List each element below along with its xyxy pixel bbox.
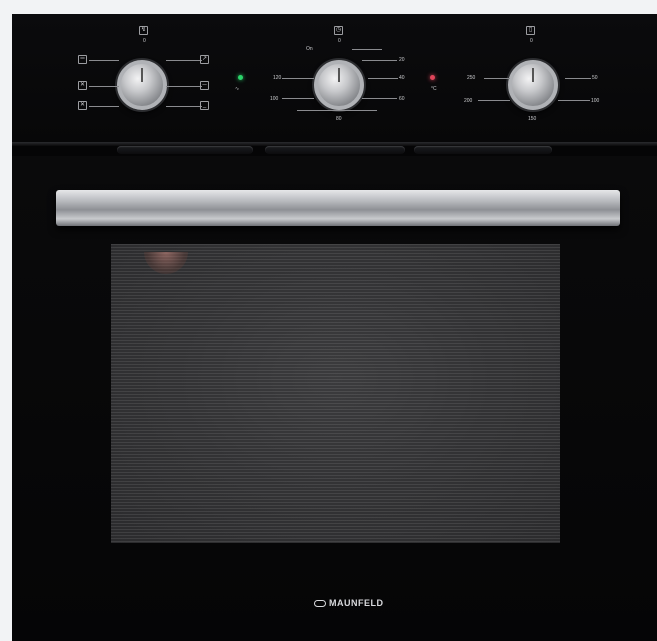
tick-line xyxy=(558,100,590,101)
mode-knob[interactable] xyxy=(117,60,167,110)
temperature-scale-label: 100 xyxy=(591,98,600,104)
top-heat-icon: ═ xyxy=(78,55,87,64)
tick-line xyxy=(565,78,591,79)
center-dial-on-label: On xyxy=(306,46,313,52)
right-dial-zero-label: 0 xyxy=(530,38,533,44)
tick-line xyxy=(166,106,202,107)
temperature-knob[interactable] xyxy=(508,60,558,110)
power-indicator-led xyxy=(238,75,243,80)
timer-knob[interactable] xyxy=(314,60,364,110)
oven-body: ↯ 0 ═ ✕ ✕ ↗ ─ _ ∿ °C ◷ 0 On 20 40 60 80 … xyxy=(12,14,657,641)
tick-line xyxy=(166,86,202,87)
timer-scale-label: 20 xyxy=(399,57,405,63)
timer-scale-label: 120 xyxy=(273,75,282,81)
center-dial-zero-label: 0 xyxy=(338,38,341,44)
tick-line xyxy=(352,49,382,50)
tick-line xyxy=(89,86,119,87)
tick-line xyxy=(368,78,398,79)
timer-icon: ◷ xyxy=(334,26,343,35)
grill-icon: ✕ xyxy=(78,81,87,90)
temperature-scale-label: 150 xyxy=(528,116,537,122)
tick-line xyxy=(166,60,202,61)
timer-scale-label: 80 xyxy=(336,116,342,122)
convection-icon: ─ xyxy=(200,81,209,90)
mode-icon: ↯ xyxy=(139,26,148,35)
door-window xyxy=(111,244,560,543)
air-vent xyxy=(117,146,253,154)
tick-line xyxy=(362,98,397,99)
power-wave-icon: ∿ xyxy=(235,86,240,92)
brand-logo: MAUNFELD xyxy=(314,598,384,608)
left-dial-zero-label: 0 xyxy=(143,38,146,44)
temperature-scale-label: 50 xyxy=(592,75,598,81)
tick-line xyxy=(89,106,119,107)
brand-mark-icon xyxy=(314,600,326,608)
air-vent xyxy=(265,146,405,154)
air-vent xyxy=(414,146,552,154)
temperature-scale-label: 250 xyxy=(467,75,476,81)
timer-scale-label: 100 xyxy=(270,96,279,102)
tick-line xyxy=(362,60,397,61)
door-handle[interactable] xyxy=(56,190,620,226)
tick-line xyxy=(297,110,377,111)
tick-line xyxy=(484,78,510,79)
temperature-scale-label: 200 xyxy=(464,98,473,104)
tick-line xyxy=(282,98,314,99)
timer-scale-label: 40 xyxy=(399,75,405,81)
heat-indicator-led xyxy=(430,75,435,80)
heat-indicator-label: °C xyxy=(431,86,437,92)
tick-line xyxy=(282,78,314,79)
fan-icon: ✕ xyxy=(78,101,87,110)
timer-scale-label: 60 xyxy=(399,96,405,102)
thermometer-icon: ▯ xyxy=(526,26,535,35)
bottom-heat-icon: _ xyxy=(200,101,209,110)
light-icon: ↗ xyxy=(200,55,209,64)
brand-name: MAUNFELD xyxy=(329,598,384,608)
tick-line xyxy=(478,100,510,101)
tick-line xyxy=(89,60,119,61)
